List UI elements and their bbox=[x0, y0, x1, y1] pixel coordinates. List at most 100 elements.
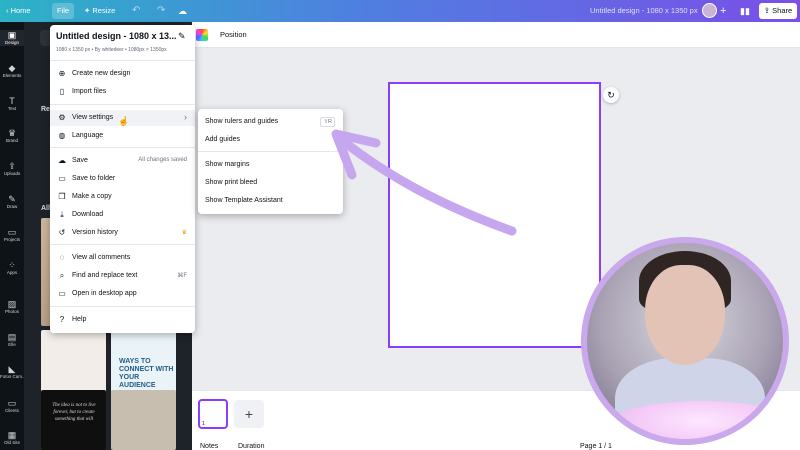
divider bbox=[50, 60, 195, 61]
rail-item-design[interactable]: ▣ Design bbox=[0, 30, 24, 46]
share-button[interactable]: ⇪ Share bbox=[759, 3, 797, 19]
rail-label: Clients bbox=[5, 408, 19, 413]
gear-icon: ⚙ bbox=[58, 113, 66, 122]
menu-item-version-history[interactable]: ↺ Version history ♛ bbox=[50, 225, 195, 241]
menu-item-label: View all comments bbox=[72, 254, 131, 261]
redo-icon[interactable]: ↷ bbox=[157, 3, 165, 19]
menu-item-label: Make a copy bbox=[72, 193, 112, 200]
rail-item-photos[interactable]: ▨ Photos bbox=[0, 299, 24, 315]
rail-item-elle[interactable]: ▤ Elle bbox=[0, 332, 24, 348]
rail-item-uploads[interactable]: ⇪ Uploads bbox=[0, 161, 24, 177]
shortcut-badge: ⇧R bbox=[320, 117, 335, 127]
folder-icon: ▭ bbox=[7, 227, 17, 237]
template-thumbnail[interactable] bbox=[111, 390, 176, 450]
divider bbox=[50, 147, 195, 148]
menu-item-make-a-copy[interactable]: ❐ Make a copy bbox=[50, 189, 195, 205]
add-page-button[interactable]: + bbox=[234, 400, 264, 428]
crown-icon: ♛ bbox=[181, 230, 187, 236]
rail-item-old-site[interactable]: ▦ Old Site bbox=[0, 430, 24, 446]
menu-item-label: Open in desktop app bbox=[72, 290, 137, 297]
find-icon: ⌕ bbox=[59, 271, 65, 280]
shortcut-badge: ⌘F bbox=[177, 273, 187, 279]
notes-button[interactable]: Notes bbox=[200, 443, 218, 450]
rail-label: Photos bbox=[4, 309, 19, 314]
menu-item-show-margins[interactable]: Show margins bbox=[198, 157, 343, 173]
menu-item-label: Import files bbox=[72, 88, 107, 95]
rail-label: Text bbox=[7, 106, 17, 111]
undo-icon[interactable]: ↶ bbox=[132, 3, 140, 19]
folder-icon: ▭ bbox=[7, 398, 17, 408]
desktop-icon: ▭ bbox=[58, 289, 66, 298]
insights-icon[interactable]: ▮▮ bbox=[740, 3, 750, 19]
rail-item-draw[interactable]: ✎ Draw bbox=[0, 194, 24, 210]
rail-item-brand[interactable]: ♛ Brand bbox=[0, 128, 24, 144]
page-indicator[interactable]: Page 1 / 1 bbox=[580, 443, 612, 450]
rail-item-clients[interactable]: ▭ Clients bbox=[0, 398, 24, 414]
menu-item-open-in-desktop-app[interactable]: ▭ Open in desktop app bbox=[50, 286, 195, 302]
menu-item-add-guides[interactable]: Add guides bbox=[198, 132, 343, 148]
all-heading: All bbox=[41, 205, 50, 212]
page-thumbnail[interactable]: 1 bbox=[198, 399, 228, 429]
menu-item-label: Download bbox=[72, 211, 104, 218]
presenter-face bbox=[645, 265, 725, 365]
template-thumbnail[interactable]: The idea is not to live forever, but to … bbox=[41, 390, 106, 450]
rail-item-apps[interactable]: ⁘ Apps bbox=[0, 260, 24, 276]
rail-item-projects[interactable]: ▭ Projects bbox=[0, 227, 24, 243]
menu-item-language[interactable]: ◍ Language bbox=[50, 128, 195, 144]
rail-label: Elements bbox=[2, 73, 22, 78]
menu-item-label: Show rulers and guides bbox=[205, 118, 279, 125]
recent-heading: Re bbox=[41, 106, 50, 113]
rail-label: Elle bbox=[8, 342, 16, 347]
app-icon: ▦ bbox=[7, 430, 17, 440]
color-swatch-icon[interactable] bbox=[196, 29, 208, 41]
text-icon: T bbox=[9, 96, 15, 106]
menu-item-label: Save bbox=[72, 157, 88, 164]
resize-label: Resize bbox=[92, 6, 116, 15]
rail-item-fotos[interactable]: ◣ Fotos Cam... bbox=[0, 364, 24, 380]
home-button[interactable]: ‹ Home bbox=[6, 3, 31, 19]
menu-item-view-all-comments[interactable]: ◌ View all comments bbox=[50, 250, 195, 266]
design-page[interactable] bbox=[388, 82, 601, 348]
rail-item-elements[interactable]: ◆ Elements bbox=[0, 63, 24, 79]
top-toolbar: ‹ Home File ✦ Resize ↶ ↷ ☁ Untitled desi… bbox=[0, 0, 800, 22]
divider bbox=[198, 151, 343, 152]
file-menu-button[interactable]: File bbox=[52, 3, 74, 19]
design-title[interactable]: Untitled design - 1080 x 13... bbox=[56, 31, 177, 41]
refresh-icon[interactable]: ↻ bbox=[603, 87, 619, 103]
chevron-right-icon: › bbox=[184, 112, 187, 122]
apps-icon: ⁘ bbox=[8, 260, 16, 270]
menu-item-label: Find and replace text bbox=[72, 272, 138, 279]
resize-button[interactable]: ✦ Resize bbox=[84, 3, 115, 19]
avatar[interactable] bbox=[702, 3, 717, 18]
menu-item-show-template-assistant[interactable]: Show Template Assistant bbox=[198, 193, 343, 209]
duration-button[interactable]: Duration bbox=[238, 443, 264, 450]
menu-item-create-new-design[interactable]: ⊕ Create new design bbox=[50, 66, 195, 82]
menu-item-help[interactable]: ? Help bbox=[50, 312, 195, 328]
view-settings-submenu: Show rulers and guides ⇧R Add guides Show… bbox=[198, 109, 343, 214]
position-button[interactable]: Position bbox=[220, 30, 247, 39]
menu-item-show-rulers-and-guides[interactable]: Show rulers and guides ⇧R bbox=[198, 114, 343, 130]
upload-icon: ⇪ bbox=[8, 161, 16, 171]
design-title[interactable]: Untitled design - 1080 x 1350 px bbox=[590, 3, 698, 19]
divider bbox=[50, 104, 195, 105]
menu-item-label: Help bbox=[72, 316, 87, 323]
webcam-overlay bbox=[581, 237, 789, 445]
rail-item-text[interactable]: T Text bbox=[0, 96, 24, 112]
plus-icon: ⊕ bbox=[58, 69, 66, 78]
menu-item-show-print-bleed[interactable]: Show print bleed bbox=[198, 175, 343, 191]
menu-item-import-files[interactable]: ▯ Import files bbox=[50, 84, 195, 100]
menu-item-find-and-replace[interactable]: ⌕ Find and replace text ⌘F bbox=[50, 268, 195, 284]
cloud-icon: ☁ bbox=[58, 156, 66, 165]
menu-item-label: Show print bleed bbox=[205, 179, 258, 186]
file-menu: Untitled design - 1080 x 13... ✎ 1080 x … bbox=[50, 25, 195, 333]
app-icon: ▤ bbox=[7, 332, 17, 342]
save-status: All changes saved bbox=[138, 157, 187, 163]
menu-item-save[interactable]: ☁ Save All changes saved bbox=[50, 153, 195, 169]
menu-item-download[interactable]: ⤓ Download bbox=[50, 207, 195, 223]
menu-item-save-to-folder[interactable]: ▭ Save to folder bbox=[50, 171, 195, 187]
menu-item-label: View settings bbox=[72, 114, 114, 121]
edit-icon[interactable]: ✎ bbox=[178, 31, 186, 42]
add-collaborator-icon[interactable]: + bbox=[720, 3, 726, 19]
cloud-saved-icon[interactable]: ☁ bbox=[178, 3, 187, 19]
template-text: WAYS TO CONNECT WITH YOUR AUDIENCE bbox=[119, 358, 174, 389]
